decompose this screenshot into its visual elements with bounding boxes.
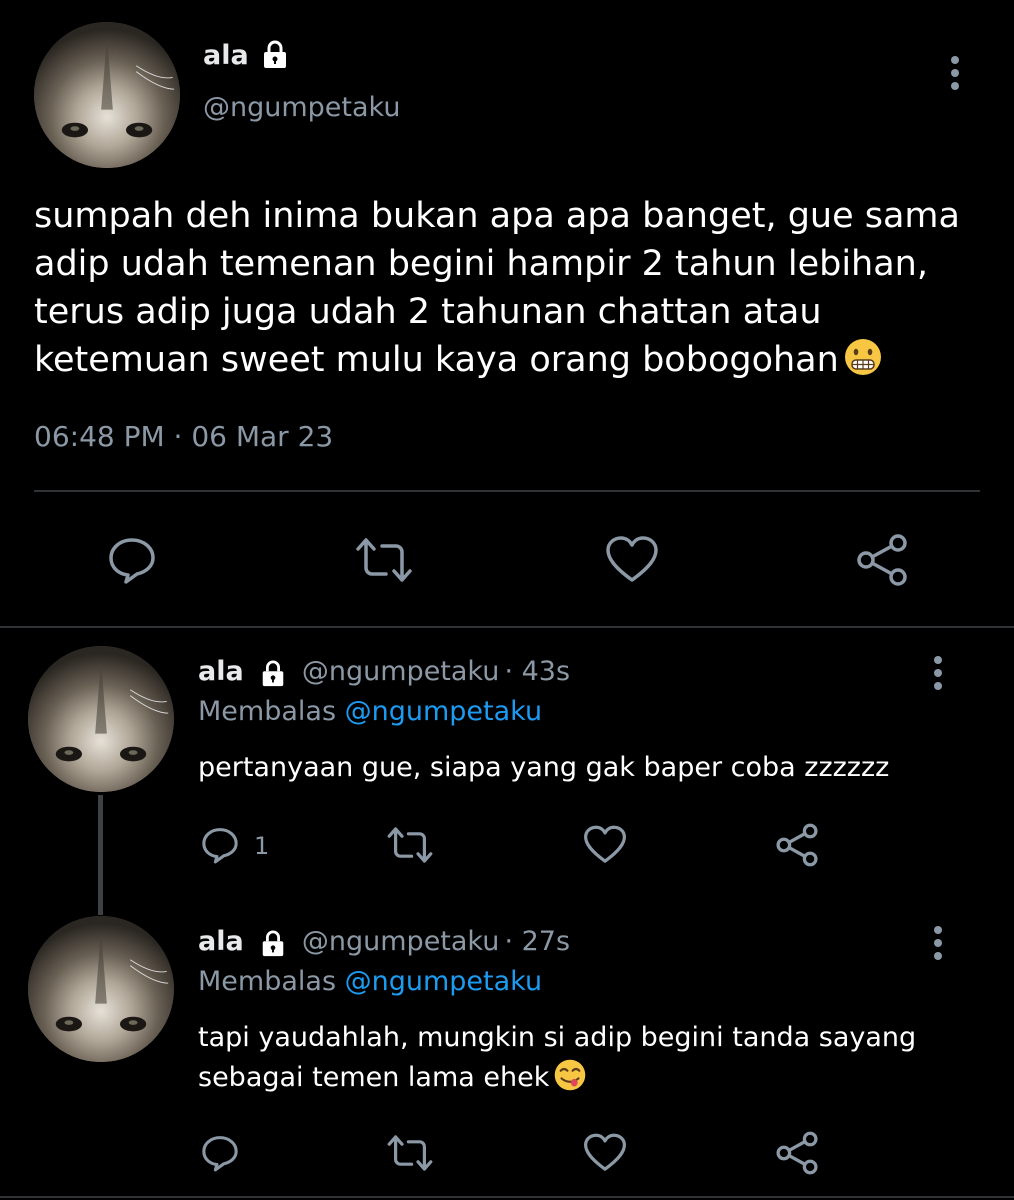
- reply-time: · 27s: [504, 926, 571, 957]
- share-icon[interactable]: [854, 532, 910, 588]
- more-options-icon[interactable]: [931, 656, 945, 695]
- divider: [34, 490, 980, 492]
- reply-text: pertanyaan gue, siapa yang gak baper cob…: [198, 748, 889, 788]
- share-icon[interactable]: [774, 822, 820, 868]
- more-options-icon[interactable]: [931, 926, 945, 965]
- avatar[interactable]: [28, 916, 174, 1062]
- reply-text-line: tapi yaudahlah, mungkin si adip begini t…: [198, 1022, 917, 1053]
- reply-text-line: sebagai temen lama ehek: [198, 1062, 550, 1093]
- retweet-icon[interactable]: [386, 824, 434, 866]
- avatar[interactable]: [34, 22, 180, 168]
- tweet-text-line: ketemuan sweet mulu kaya orang bobogohan: [34, 340, 839, 380]
- cat-avatar-icon: [34, 22, 180, 168]
- lock-icon: [259, 660, 287, 692]
- retweet-icon[interactable]: [354, 534, 414, 586]
- tweet-timestamp: 06:48 PM · 06 Mar 23: [34, 420, 334, 453]
- like-icon[interactable]: [582, 824, 628, 866]
- author-name[interactable]: ala: [198, 656, 244, 687]
- like-icon[interactable]: [582, 1132, 628, 1174]
- more-options-icon[interactable]: [948, 56, 962, 95]
- like-icon[interactable]: [604, 534, 660, 586]
- replying-to: Membalas @ngumpetaku: [198, 966, 542, 997]
- reply-icon[interactable]: [106, 534, 158, 586]
- replying-to: Membalas @ngumpetaku: [198, 696, 542, 727]
- replying-to-mention[interactable]: @ngumpetaku: [345, 966, 542, 997]
- face-savoring-food-emoji-icon: [553, 1058, 587, 1104]
- tweet-text-line: sumpah deh inima bukan apa apa banget, g…: [34, 196, 960, 236]
- bottom-divider: [0, 1196, 1014, 1198]
- avatar[interactable]: [28, 646, 174, 792]
- replying-label: Membalas: [198, 696, 337, 727]
- tweet-text: sumpah deh inima bukan apa apa banget, g…: [34, 192, 984, 390]
- reply-header: ala @ngumpetaku · 27s: [198, 926, 570, 962]
- reply-icon[interactable]: [200, 824, 240, 866]
- cat-avatar-icon: [28, 646, 174, 792]
- section-divider: [0, 626, 1014, 628]
- reply-icon[interactable]: [200, 1132, 240, 1174]
- tweet-text-line: adip udah temenan begini hampir 2 tahun …: [34, 244, 928, 284]
- author-name[interactable]: ala: [203, 40, 249, 71]
- replying-to-mention[interactable]: @ngumpetaku: [345, 696, 542, 727]
- tweet-text-line: terus adip juga udah 2 tahunan chattan a…: [34, 292, 822, 332]
- reply-header: ala @ngumpetaku · 43s: [198, 656, 570, 692]
- lock-icon: [260, 40, 290, 74]
- reply-count: 1: [254, 832, 270, 860]
- reply-text-line: pertanyaan gue, siapa yang gak baper cob…: [198, 752, 890, 783]
- reply-text: tapi yaudahlah, mungkin si adip begini t…: [198, 1018, 916, 1104]
- reply-time: · 43s: [504, 656, 571, 687]
- lock-icon: [259, 930, 287, 962]
- retweet-icon[interactable]: [386, 1132, 434, 1174]
- grimacing-face-emoji-icon: [843, 337, 883, 390]
- cat-avatar-icon: [28, 916, 174, 1062]
- author-handle[interactable]: @ngumpetaku: [302, 656, 499, 687]
- author-name[interactable]: ala: [198, 926, 244, 957]
- author-handle[interactable]: @ngumpetaku: [302, 926, 499, 957]
- thread-connector-line: [98, 795, 103, 915]
- author-handle[interactable]: @ngumpetaku: [203, 92, 400, 123]
- replying-label: Membalas: [198, 966, 337, 997]
- share-icon[interactable]: [774, 1130, 820, 1176]
